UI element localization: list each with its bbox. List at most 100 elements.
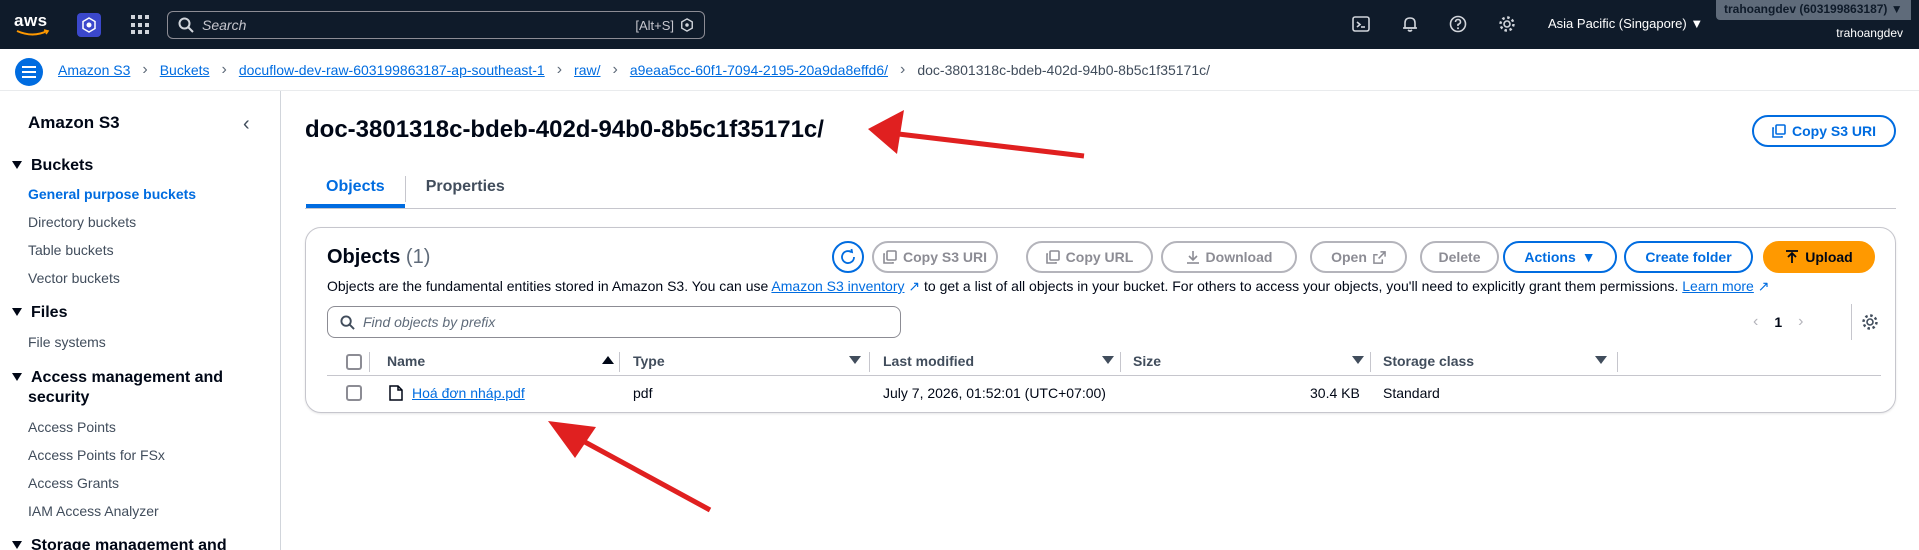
download-icon [1186, 251, 1199, 264]
table-row[interactable]: Hoá đơn nháp.pdf pdf July 7, 2026, 01:52… [327, 377, 1881, 409]
settings-icon[interactable] [1497, 14, 1517, 34]
breadcrumb-user-folder[interactable]: a9eaa5cc-60f1-7094-2195-20a9da8effd6/ [630, 62, 888, 78]
tab-objects[interactable]: Objects [306, 172, 405, 208]
learn-more-link[interactable]: Learn more [1682, 278, 1754, 294]
account-label: trahoangdev (603199863187) [1724, 2, 1888, 16]
sidebar-item-table-buckets[interactable]: Table buckets [28, 242, 114, 258]
create-folder-label: Create folder [1645, 249, 1732, 265]
caret-down-icon: ▼ [1581, 249, 1596, 265]
sort-ascending-icon[interactable] [602, 356, 614, 364]
close-sidebar-icon[interactable]: ‹ [243, 113, 250, 136]
gear-icon [1861, 314, 1878, 330]
cloudshell-icon[interactable] [1351, 14, 1371, 34]
chevron-right-icon: › [612, 61, 618, 78]
previous-page-icon[interactable]: ‹ [1753, 313, 1758, 331]
breadcrumb-buckets[interactable]: Buckets [160, 62, 210, 78]
download-button[interactable]: Download [1161, 241, 1297, 273]
annotation-arrow-file [548, 421, 712, 513]
chevron-right-icon: › [142, 61, 148, 78]
sort-icon[interactable] [849, 356, 861, 364]
sidebar-section-files[interactable]: Files [12, 304, 67, 322]
sidebar-title[interactable]: Amazon S3 [28, 113, 120, 133]
menu-toggle-button[interactable] [15, 58, 43, 86]
column-header-last-modified[interactable]: Last modified [883, 353, 974, 369]
account-menu[interactable]: trahoangdev (603199863187) ▼ [1716, 0, 1911, 20]
refresh-button[interactable] [832, 241, 864, 273]
delete-button[interactable]: Delete [1420, 241, 1499, 273]
table-header: Name Type Last modified Size Storage cla… [327, 348, 1881, 376]
open-label: Open [1331, 249, 1367, 265]
annotation-arrow-title [868, 110, 1085, 159]
sidebar-section-storage-management[interactable]: Storage management and [12, 537, 227, 550]
sort-icon[interactable] [1352, 356, 1364, 364]
username[interactable]: trahoangdev [1836, 26, 1903, 40]
breadcrumb-bucket[interactable]: docuflow-dev-raw-603199863187-ap-southea… [239, 62, 545, 78]
column-header-storage-class[interactable]: Storage class [1383, 353, 1474, 369]
copy-s3-uri-disabled-button[interactable]: Copy S3 URI [872, 241, 998, 273]
q-developer-icon [681, 18, 693, 32]
sort-icon[interactable] [1595, 356, 1607, 364]
table-preferences-button[interactable] [1851, 304, 1887, 340]
aws-logo[interactable]: aws [14, 12, 54, 38]
help-icon[interactable] [1448, 14, 1468, 34]
tab-list: Objects Properties [306, 172, 525, 210]
bell-icon[interactable] [1400, 14, 1420, 34]
row-checkbox[interactable] [346, 385, 362, 401]
object-type-cell: pdf [633, 385, 653, 401]
object-name-cell[interactable]: Hoá đơn nháp.pdf [412, 385, 525, 401]
objects-description: Objects are the fundamental entities sto… [327, 278, 1769, 295]
page-number[interactable]: 1 [1774, 314, 1782, 330]
services-grid-icon[interactable] [131, 15, 151, 35]
sidebar-section-buckets[interactable]: Buckets [12, 157, 93, 175]
copy-s3-uri-button[interactable]: Copy S3 URI [1752, 115, 1896, 147]
sidebar-section-label-cont: security [28, 389, 90, 406]
region-selector[interactable]: Asia Pacific (Singapore) ▼ [1548, 16, 1703, 31]
actions-button[interactable]: Actions ▼ [1503, 241, 1617, 273]
copy-icon [1045, 250, 1060, 264]
open-button[interactable]: Open [1310, 241, 1407, 273]
create-folder-button[interactable]: Create folder [1624, 241, 1753, 273]
find-objects-input[interactable]: Find objects by prefix [327, 306, 901, 338]
tabs-divider [305, 208, 1896, 209]
search-input[interactable]: Search [Alt+S] [167, 11, 705, 39]
object-storage-class-cell: Standard [1383, 385, 1440, 401]
caret-down-icon [12, 160, 22, 169]
sidebar-item-access-points[interactable]: Access Points [28, 419, 116, 435]
s3-inventory-link[interactable]: Amazon S3 inventory [771, 278, 904, 294]
column-header-size[interactable]: Size [1133, 353, 1161, 369]
sidebar-item-iam-access-analyzer[interactable]: IAM Access Analyzer [28, 503, 159, 519]
next-page-icon[interactable]: › [1798, 313, 1803, 331]
column-divider [1120, 352, 1121, 372]
sidebar-section-access-management[interactable]: Access management and [12, 369, 223, 387]
column-header-name[interactable]: Name [387, 353, 425, 369]
caret-down-icon: ▼ [1890, 2, 1903, 16]
copy-url-button[interactable]: Copy URL [1026, 241, 1153, 273]
breadcrumb-amazon-s3[interactable]: Amazon S3 [58, 62, 130, 78]
upload-button[interactable]: Upload [1763, 241, 1875, 273]
objects-heading-text: Objects [327, 246, 401, 268]
objects-count: (1) [405, 246, 431, 268]
aws-logo-text: aws [14, 11, 48, 30]
object-name-link[interactable]: Hoá đơn nháp.pdf [412, 385, 525, 401]
external-link-icon: ↗ [904, 278, 921, 294]
sidebar-item-access-points-fsx[interactable]: Access Points for FSx [28, 447, 165, 463]
region-label: Asia Pacific (Singapore) [1548, 16, 1687, 31]
file-icon [389, 385, 403, 401]
copy-url-label: Copy URL [1065, 249, 1134, 265]
column-header-type[interactable]: Type [633, 353, 665, 369]
select-all-checkbox[interactable] [346, 354, 362, 370]
tab-properties[interactable]: Properties [406, 172, 525, 208]
sidebar-item-directory-buckets[interactable]: Directory buckets [28, 214, 136, 230]
s3-service-icon[interactable] [77, 13, 101, 37]
search-icon [178, 17, 194, 33]
find-objects-placeholder: Find objects by prefix [363, 314, 496, 330]
object-last-modified-cell: July 7, 2026, 01:52:01 (UTC+07:00) [883, 385, 1106, 401]
breadcrumb-raw[interactable]: raw/ [574, 62, 600, 78]
sidebar-item-file-systems[interactable]: File systems [28, 334, 106, 350]
sidebar-item-access-grants[interactable]: Access Grants [28, 475, 119, 491]
object-size-cell: 30.4 KB [1310, 385, 1360, 401]
sidebar-item-general-purpose-buckets[interactable]: General purpose buckets [28, 186, 196, 202]
sidebar-item-vector-buckets[interactable]: Vector buckets [28, 270, 120, 286]
caret-down-icon [12, 540, 22, 549]
sort-icon[interactable] [1102, 356, 1114, 364]
